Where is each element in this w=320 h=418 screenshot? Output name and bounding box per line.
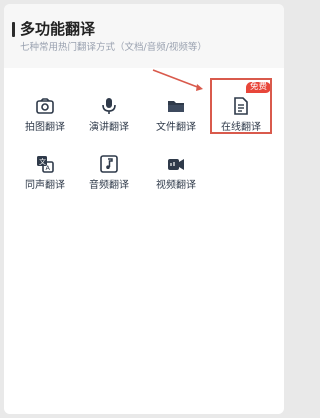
tool-audio-translate[interactable]: 音频翻译: [78, 152, 140, 202]
tool-label: 文件翻译: [156, 122, 196, 133]
page: 多功能翻译 七种常用热门翻译方式（文档/音频/视频等）: [4, 4, 284, 414]
highlight-box: [210, 78, 272, 134]
tool-label: 同声翻译: [25, 180, 65, 191]
page-subtitle: 七种常用热门翻译方式（文档/音频/视频等）: [20, 42, 207, 53]
tool-label: 拍图翻译: [25, 122, 65, 133]
title-accent-bar: [12, 22, 15, 37]
tool-video-translate[interactable]: 视频翻译: [145, 152, 207, 202]
svg-text:A: A: [46, 164, 51, 172]
tool-label: 视频翻译: [156, 180, 196, 191]
tool-simultaneous-translate[interactable]: 文 A 同声翻译: [14, 152, 76, 202]
tool-speech-translate[interactable]: 演讲翻译: [78, 94, 140, 144]
tool-file-translate[interactable]: 文件翻译: [145, 94, 207, 144]
microphone-icon: [102, 98, 116, 114]
simultaneous-translate-icon: 文 A: [37, 156, 54, 173]
music-note-icon: [100, 155, 118, 173]
tool-label: 演讲翻译: [89, 122, 129, 133]
page-title: 多功能翻译: [20, 20, 96, 38]
tool-photo-translate[interactable]: 拍图翻译: [14, 94, 76, 144]
header: 多功能翻译 七种常用热门翻译方式（文档/音频/视频等）: [4, 4, 284, 62]
folder-icon: [168, 101, 184, 112]
video-camera-icon: [168, 159, 184, 170]
tool-label: 音频翻译: [89, 180, 129, 191]
camera-icon: [36, 98, 54, 114]
